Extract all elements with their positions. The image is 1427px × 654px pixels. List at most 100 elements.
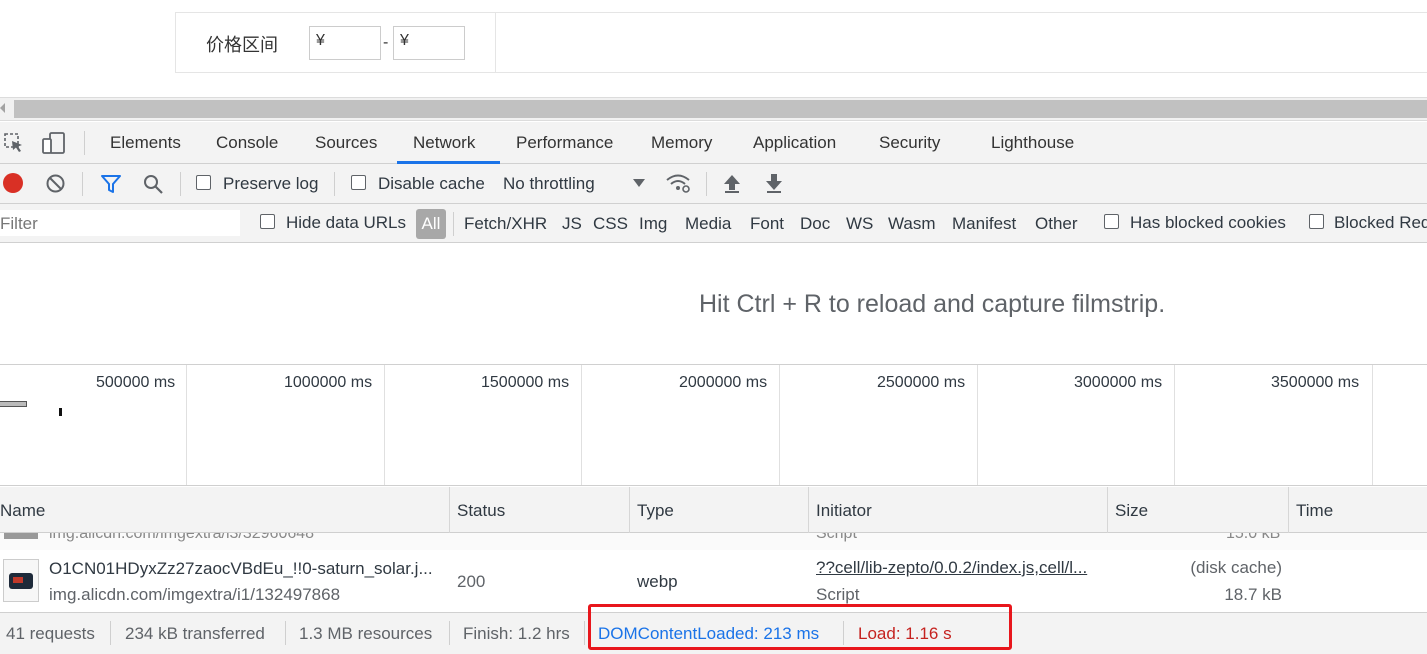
divider [334, 172, 335, 196]
divider [180, 172, 181, 196]
column-time[interactable]: Time [1296, 501, 1333, 521]
tab-network[interactable]: Network [413, 133, 475, 153]
inspect-element-icon[interactable] [3, 132, 25, 159]
hide-data-urls-checkbox[interactable] [260, 214, 275, 229]
filter-input[interactable]: Filter [0, 210, 240, 236]
price-max-input[interactable]: ¥ [393, 26, 465, 60]
transferred-size: 234 kB transferred [125, 624, 265, 643]
request-domain: img.alicdn.com/imgextra/i3/32960648 [49, 533, 315, 542]
filter-fetch-xhr[interactable]: Fetch/XHR [464, 214, 547, 234]
column-initiator[interactable]: Initiator [816, 501, 872, 521]
column-size[interactable]: Size [1115, 501, 1148, 521]
record-icon[interactable] [3, 173, 23, 193]
filter-other[interactable]: Other [1035, 214, 1078, 234]
chevron-down-icon[interactable] [633, 179, 645, 187]
has-blocked-cookies-label: Has blocked cookies [1130, 213, 1286, 232]
resources-size: 1.3 MB resources [299, 624, 433, 643]
request-domain: img.alicdn.com/imgextra/i1/132497868 [49, 585, 341, 604]
table-row[interactable]: img.alicdn.com/imgextra/i3/32960648 Scri… [0, 533, 1427, 550]
grid-line [186, 365, 187, 485]
filter-doc[interactable]: Doc [800, 214, 830, 234]
grid-line [1174, 365, 1175, 485]
blocked-requests-label: Blocked Req [1334, 213, 1427, 232]
tab-lighthouse[interactable]: Lighthouse [991, 133, 1074, 153]
column-type[interactable]: Type [637, 501, 674, 521]
tab-console[interactable]: Console [216, 133, 278, 153]
finish-time: Finish: 1.2 hrs [463, 624, 570, 643]
grid-line [384, 365, 385, 485]
grid-line [581, 365, 582, 485]
initiator-link[interactable]: ??cell/lib-zepto/0.0.2/index.js,cell/l..… [816, 558, 1087, 578]
scroll-left-icon[interactable] [0, 103, 5, 113]
initiator-type: Script [816, 533, 857, 542]
scrollbar-thumb[interactable] [14, 100, 1427, 118]
tab-elements[interactable]: Elements [110, 133, 181, 153]
has-blocked-cookies-checkbox[interactable] [1104, 214, 1119, 229]
filter-all-button[interactable]: All [416, 209, 446, 239]
timeline-tick-label: 1000000 ms [284, 374, 373, 391]
divider [110, 621, 111, 645]
request-size: 15.0 kB [1226, 533, 1281, 542]
file-thumbnail [4, 533, 38, 539]
filter-icon[interactable] [100, 174, 122, 199]
price-min-input[interactable]: ¥ [309, 26, 381, 60]
preserve-log-label: Preserve log [223, 174, 319, 193]
price-range-label: 价格区间 [206, 35, 278, 55]
preserve-log-checkbox[interactable] [196, 175, 211, 190]
grid-line [1372, 365, 1373, 485]
filter-media[interactable]: Media [685, 214, 731, 234]
tab-performance[interactable]: Performance [516, 133, 613, 153]
request-bar [59, 408, 62, 416]
divider [495, 12, 496, 73]
tab-security[interactable]: Security [879, 133, 940, 153]
request-count: 41 requests [6, 624, 95, 643]
timeline-tick-label: 3000000 ms [1074, 374, 1163, 391]
filter-manifest[interactable]: Manifest [952, 214, 1016, 234]
divider [285, 621, 286, 645]
tab-memory[interactable]: Memory [651, 133, 712, 153]
disable-cache-label: Disable cache [378, 174, 485, 193]
request-bar [0, 401, 27, 407]
grid-line [977, 365, 978, 485]
devtools-tab-bar [0, 122, 1427, 164]
divider [584, 621, 585, 645]
filmstrip-message: Hit Ctrl + R to reload and capture films… [699, 290, 1166, 318]
filter-img[interactable]: Img [639, 214, 667, 234]
timeline-tick-label: 3500000 ms [1271, 374, 1360, 391]
filter-css[interactable]: CSS [593, 214, 628, 234]
divider [84, 131, 85, 155]
column-status[interactable]: Status [457, 501, 505, 521]
tab-application[interactable]: Application [753, 133, 836, 153]
initiator-type: Script [816, 585, 860, 604]
blocked-requests-checkbox[interactable] [1309, 214, 1324, 229]
divider [82, 172, 83, 196]
search-icon[interactable] [142, 173, 164, 200]
timeline-tick-label: 500000 ms [96, 374, 176, 391]
tab-sources[interactable]: Sources [315, 133, 377, 153]
timeline-tick-label: 2500000 ms [877, 374, 966, 391]
filter-ws[interactable]: WS [846, 214, 873, 234]
price-separator: - [383, 34, 389, 51]
export-har-icon[interactable] [764, 172, 784, 199]
column-name[interactable]: Name [0, 501, 45, 521]
request-name[interactable]: O1CN01HDyxZz27zaocVBdEu_!!0-saturn_solar… [49, 559, 433, 579]
filter-js[interactable]: JS [562, 214, 582, 234]
timeline-tick-label: 1500000 ms [481, 374, 570, 391]
request-status: 200 [457, 572, 486, 591]
divider [449, 621, 450, 645]
grid-line [779, 365, 780, 485]
request-size: 18.7 kB [1224, 585, 1282, 604]
filter-wasm[interactable]: Wasm [888, 214, 936, 234]
device-toolbar-icon[interactable] [41, 131, 67, 160]
divider [453, 212, 454, 236]
disable-cache-checkbox[interactable] [351, 175, 366, 190]
network-conditions-icon[interactable] [665, 172, 691, 199]
import-har-icon[interactable] [722, 172, 742, 199]
hide-data-urls-label: Hide data URLs [286, 213, 407, 232]
request-size-cache: (disk cache) [1190, 558, 1282, 577]
throttling-select[interactable]: No throttling [503, 174, 595, 194]
clear-icon[interactable] [45, 173, 66, 199]
request-type: webp [637, 572, 678, 591]
filter-font[interactable]: Font [750, 214, 784, 234]
network-toolbar [0, 164, 1427, 204]
